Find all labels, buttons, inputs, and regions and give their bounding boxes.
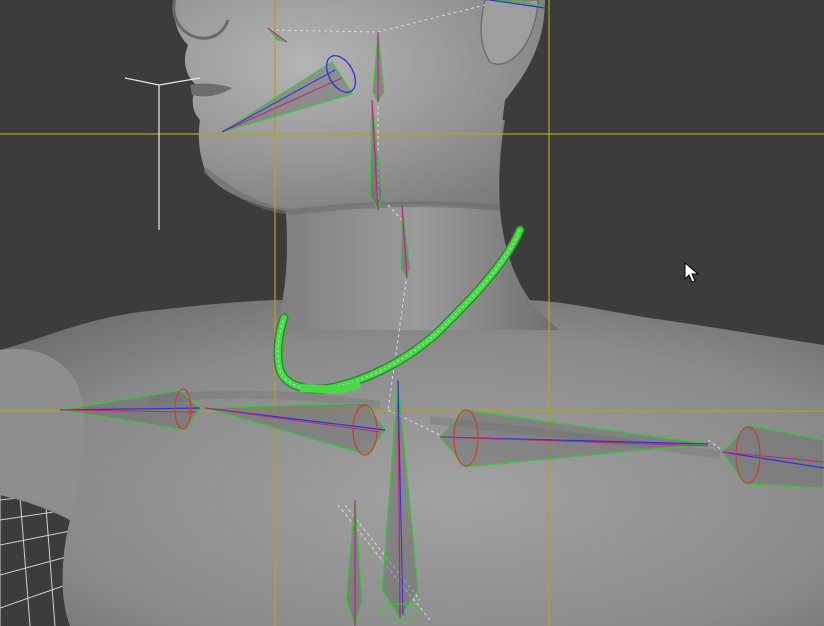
viewport-scene[interactable]	[0, 0, 824, 626]
arrow-cursor-icon	[684, 262, 700, 283]
3d-viewport[interactable]	[0, 0, 824, 626]
